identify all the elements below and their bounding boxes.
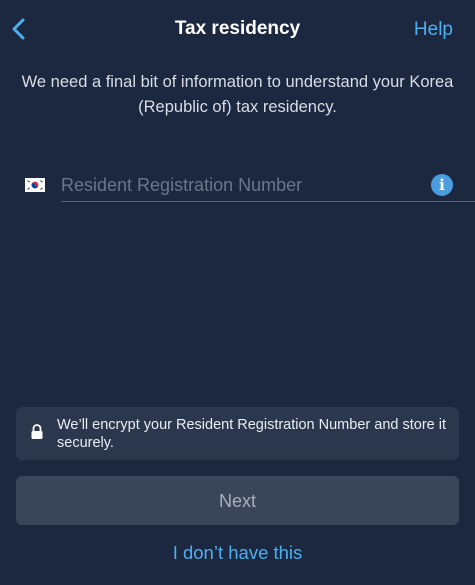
lock-icon [30, 424, 44, 440]
page-title: Tax residency [174, 18, 301, 39]
dont-have-this-link[interactable]: I don’t have this [0, 542, 475, 564]
info-icon: i [439, 176, 445, 194]
encryption-notice: We’ll encrypt your Resident Registration… [16, 407, 459, 460]
notice-text: We’ll encrypt your Resident Registration… [57, 417, 446, 451]
south-korea-flag-icon [25, 178, 45, 192]
intro-text: We need a final bit of information to un… [21, 73, 454, 116]
info-button[interactable]: i [431, 174, 453, 196]
top-bar: Tax residency Help [0, 0, 475, 60]
rrn-input[interactable] [61, 170, 475, 202]
next-button[interactable]: Next [16, 476, 459, 525]
help-link[interactable]: Help [414, 19, 453, 41]
rrn-field-row: i [0, 170, 475, 204]
